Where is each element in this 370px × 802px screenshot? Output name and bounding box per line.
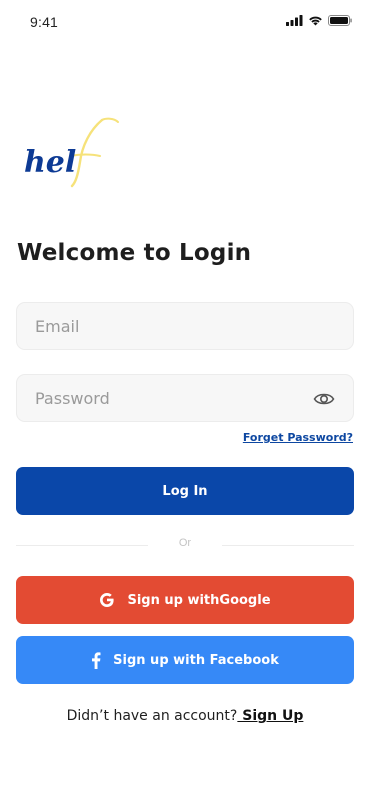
signup-prompt: Didn’t have an account? [66,708,238,724]
password-input[interactable] [17,375,353,421]
facebook-button-label: Sign up with Facebook [113,652,279,668]
logo-text: hel [24,145,76,180]
status-bar: 9:41 [0,0,370,44]
email-field[interactable] [16,302,354,350]
google-button-label: Sign up withGoogle [127,592,271,608]
facebook-signup-button[interactable]: Sign up with Facebook [16,636,354,684]
facebook-icon [91,651,101,669]
eye-icon[interactable] [313,389,335,409]
status-time: 9:41 [30,14,59,30]
battery-icon [328,15,352,26]
brand-logo: hel [24,117,119,188]
or-divider: Or [16,537,354,553]
login-button-label: Log In [162,483,208,499]
google-signup-button[interactable]: Sign up withGoogle [16,576,354,624]
login-button[interactable]: Log In [16,467,354,515]
signup-link[interactable]: Sign Up [237,708,303,724]
password-field[interactable] [16,374,354,422]
divider-line-right [222,545,354,546]
signup-row: Didn’t have an account? Sign Up [0,708,370,724]
forgot-password-link[interactable]: Forget Password? [243,431,353,444]
divider-text: Or [178,537,192,549]
email-input[interactable] [17,303,353,349]
google-icon [99,592,115,608]
page-title: Welcome to Login [17,240,252,266]
status-icons [286,15,352,26]
wifi-icon [309,16,322,26]
signal-icon [286,15,303,26]
